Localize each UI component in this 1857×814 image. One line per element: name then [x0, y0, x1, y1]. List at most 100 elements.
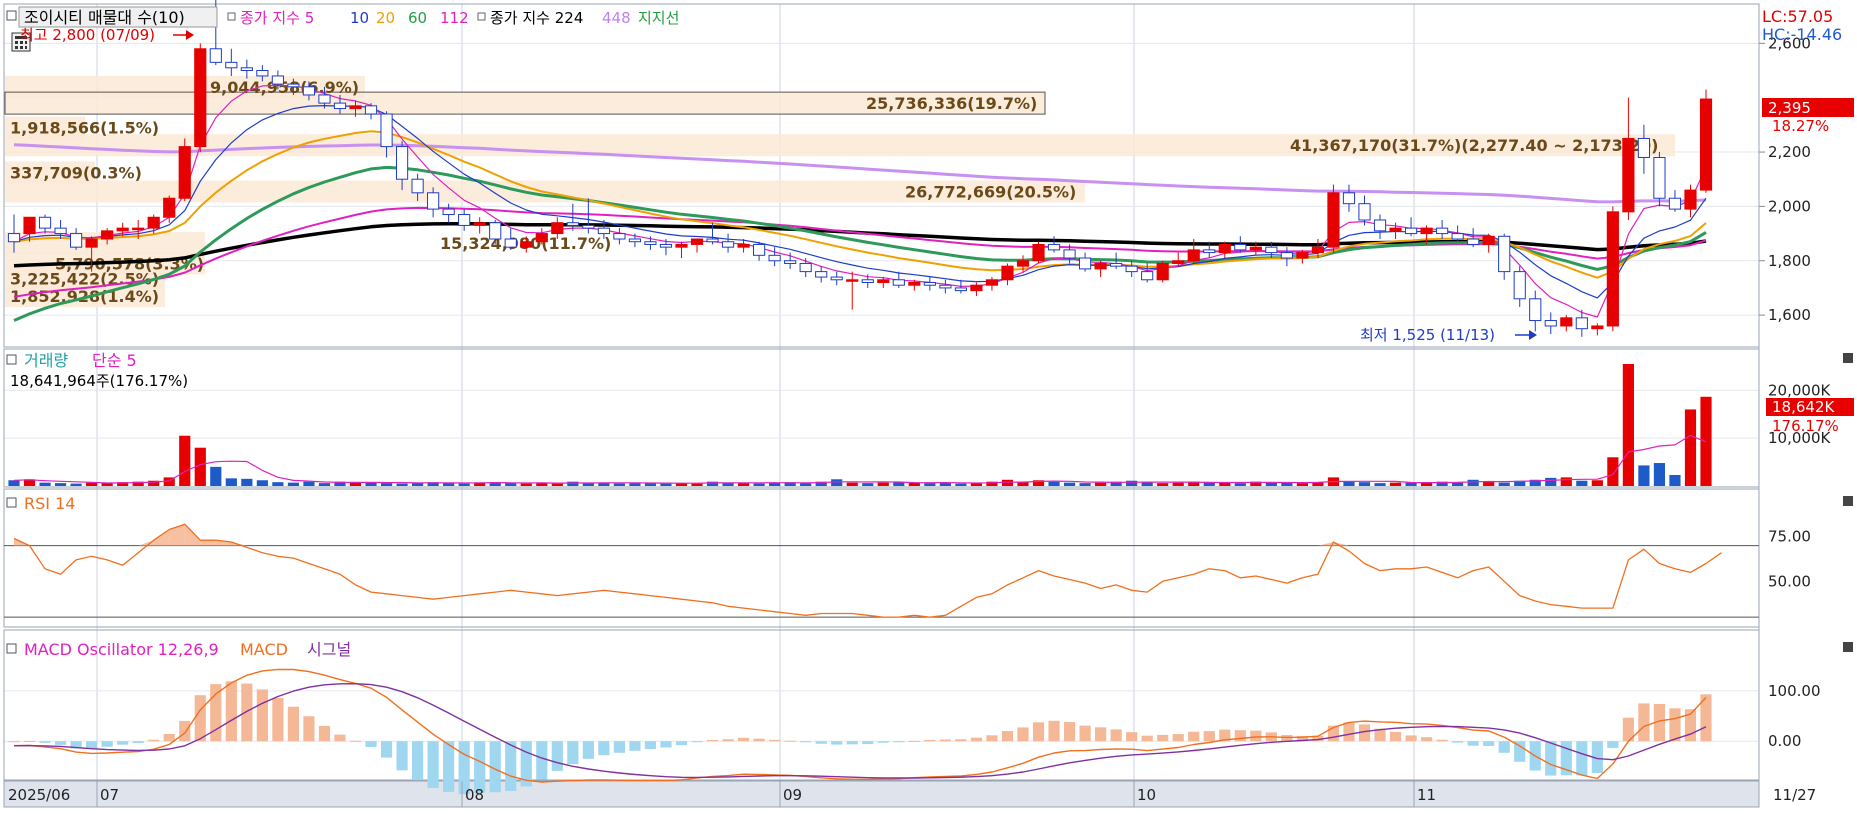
rsi-close-icon[interactable]: [1843, 496, 1853, 506]
candle-body: [302, 86, 316, 96]
candle-body: [209, 48, 222, 63]
volume-bar: [1389, 482, 1402, 486]
macd-oscillator-bar: [23, 740, 36, 742]
volume-bar: [536, 483, 548, 486]
macd-oscillator-bar: [1389, 731, 1402, 742]
volume-bar: [1358, 482, 1371, 486]
candle-body: [287, 83, 300, 88]
candle-body: [613, 233, 626, 240]
candle-body: [675, 243, 688, 248]
volume-bar: [256, 480, 268, 486]
candle-body: [1498, 235, 1511, 273]
macd-oscillator-bar: [1032, 722, 1045, 742]
volume-readout: 18,641,964주(176.17%): [10, 372, 188, 390]
volume-close-icon[interactable]: [1843, 353, 1853, 363]
volume-bar: [629, 483, 641, 486]
candle-body: [1001, 265, 1014, 281]
candle-body: [535, 233, 548, 243]
macd-oscillator-bar: [194, 695, 206, 742]
macd-oscillator-bar: [86, 741, 98, 749]
candle-body: [1016, 260, 1030, 267]
candle-body: [784, 260, 797, 264]
macd-oscillator-bar: [1063, 722, 1076, 742]
candle-body: [1560, 317, 1573, 327]
candle-body: [1544, 320, 1557, 327]
rsi-overbought-fill: [200, 540, 216, 546]
macd-oscillator-bar: [303, 716, 315, 742]
date-axis-label: 08: [465, 786, 484, 804]
volume-bar: [1343, 481, 1355, 486]
volume-bar: [1281, 482, 1293, 486]
macd-oscillator-bar: [1483, 741, 1495, 746]
candle-body: [178, 146, 191, 199]
candle-body: [225, 61, 238, 69]
macd-oscillator-bar: [1126, 732, 1138, 742]
macd-oscillator-bar: [1188, 731, 1200, 742]
legend-item: 20: [376, 9, 395, 27]
macd-oscillator-bar: [737, 737, 750, 742]
candle-body: [101, 230, 114, 240]
candle-body: [23, 216, 36, 235]
macd-oscillator-bar: [582, 741, 594, 759]
volume-bar: [179, 435, 191, 486]
macd-oscillator-bar: [380, 741, 393, 758]
macd-oscillator-bar: [1095, 727, 1107, 742]
volume-bar: [1576, 480, 1588, 486]
volume-bar: [380, 483, 393, 486]
candle-body: [861, 279, 874, 283]
volume-bar: [1234, 483, 1246, 486]
macd-oscillator-bar: [753, 738, 765, 742]
volume-bar: [1591, 480, 1603, 486]
macd-oscillator-bar: [722, 739, 734, 742]
macd-oscillator-bar: [769, 739, 781, 742]
candle-body: [1482, 235, 1495, 245]
volume-bar: [1219, 482, 1231, 486]
candle-body: [38, 216, 52, 229]
macd-oscillator-bar: [101, 741, 113, 747]
volume-profile-label: 9,044,958(6.9%): [210, 78, 359, 97]
legend-item: 지지선: [638, 9, 679, 27]
candle-body: [1187, 249, 1200, 262]
stock-chart-window: 9,044,958(6.9%) 25,736,336(19.7%) 1,918,56…: [0, 0, 1857, 810]
volume-bar: [1545, 477, 1557, 486]
candle-body: [1172, 260, 1185, 264]
candle-body: [1358, 203, 1371, 221]
rsi-axis-label: 50.00: [1768, 572, 1811, 590]
volume-profile-label: 41,367,170(31.7%)(2,277.40 ~ 2,173.20): [1290, 136, 1658, 155]
candle-body: [551, 222, 564, 235]
candle-body: [395, 146, 409, 180]
macd-close-icon[interactable]: [1843, 642, 1853, 652]
candle-body: [1467, 238, 1480, 245]
legend-item: 112: [440, 9, 469, 27]
date-axis-bar: [3, 780, 1760, 808]
volume-bar: [396, 483, 408, 486]
volume-bar: [613, 483, 625, 486]
volume-current-pct: 176.17%: [1772, 417, 1839, 435]
macd-oscillator-bar: [225, 681, 237, 742]
price-close-icon[interactable]: [1843, 8, 1853, 18]
volume-bar: [86, 482, 98, 486]
date-axis-label: 07: [100, 786, 119, 804]
volume-bar: [1653, 463, 1666, 486]
candle-body: [1653, 156, 1666, 199]
macd-oscillator-bar: [800, 741, 812, 743]
macd-oscillator-bar: [117, 741, 129, 745]
chart-canvas[interactable]: 9,044,958(6.9%) 25,736,336(19.7%) 1,918,56…: [0, 0, 1857, 810]
volume-bar: [303, 481, 315, 486]
candle-body: [1141, 271, 1154, 281]
candle-body: [737, 243, 750, 248]
volume-bar: [349, 482, 362, 486]
candle-body: [333, 102, 347, 110]
candle-body: [147, 216, 160, 229]
volume-bar: [862, 483, 874, 486]
macd-oscillator-bar: [644, 741, 657, 749]
macd-oscillator-bar: [986, 735, 998, 742]
candle-body: [582, 224, 595, 229]
candle-body: [644, 241, 657, 245]
symbol-label: 조이시티 매물대 수(10): [24, 8, 185, 27]
candle-body: [659, 243, 673, 248]
candle-body: [1156, 262, 1169, 281]
candle-body: [1404, 227, 1418, 235]
candle-body: [1047, 243, 1061, 251]
volume-bar: [567, 481, 579, 486]
